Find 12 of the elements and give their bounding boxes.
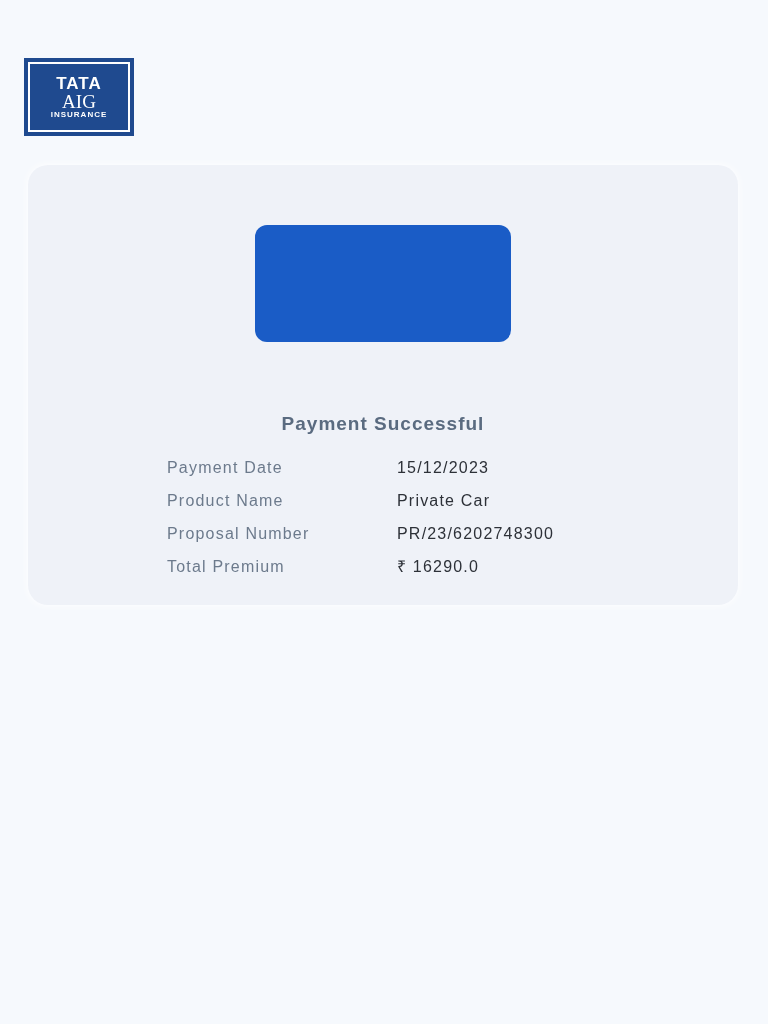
detail-label: Total Premium [167,557,286,577]
logo-text: TATA [56,75,102,92]
detail-label: Product Name [167,491,285,511]
detail-value: PR/23/6202748300 [397,524,555,544]
detail-value: ₹ 16290.0 [397,557,481,577]
logo-text: AIG [62,92,96,111]
detail-value: Private Car [397,491,492,511]
logo-text: INSURANCE [50,111,108,119]
detail-value: 15/12/2023 [397,458,491,478]
status-title: Payment Successful [281,413,485,435]
detail-label: Proposal Number [167,524,311,544]
detail-label: Payment Date [167,458,284,478]
